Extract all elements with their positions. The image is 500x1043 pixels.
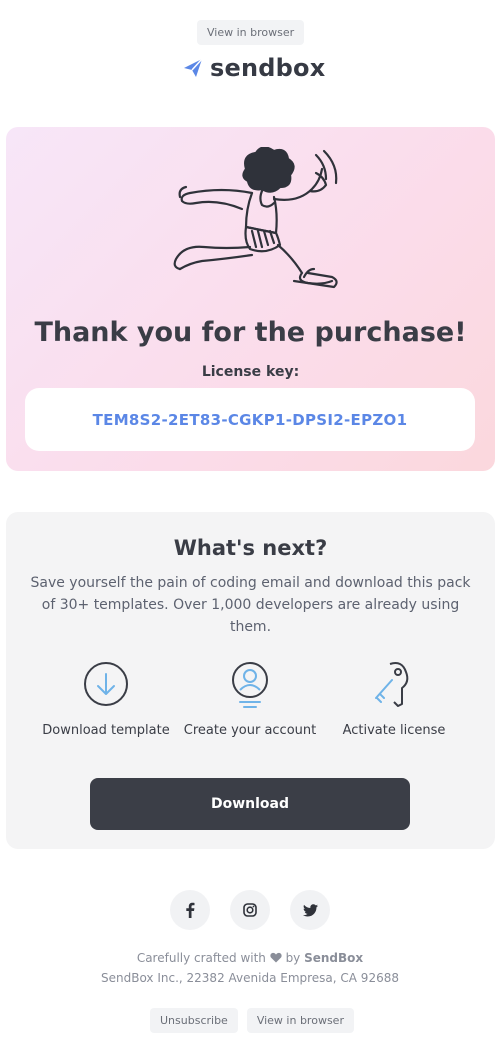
instagram-link[interactable] <box>230 890 270 930</box>
step-activate-license[interactable]: Activate license <box>319 658 469 738</box>
license-key-box[interactable]: TEM8S2-2ET83-CGKP1-DPSI2-EPZO1 <box>25 388 475 451</box>
whats-next-title: What's next? <box>173 536 328 560</box>
footer-view-in-browser-link[interactable]: View in browser <box>246 1008 354 1033</box>
license-key-value[interactable]: TEM8S2-2ET83-CGKP1-DPSI2-EPZO1 <box>93 411 408 429</box>
whats-next-description: Save yourself the pain of coding email a… <box>30 575 471 635</box>
facebook-link[interactable] <box>170 890 210 930</box>
credit-brand[interactable]: SendBox <box>304 951 363 965</box>
user-icon <box>232 662 268 708</box>
step-label: Download template <box>42 723 170 738</box>
download-button[interactable]: Download <box>90 778 410 830</box>
twitter-icon <box>302 903 318 916</box>
footer-links: Unsubscribe View in browser <box>150 1008 354 1033</box>
step-label: Create your account <box>183 723 317 738</box>
facebook-icon <box>186 902 195 918</box>
key-icon <box>375 662 409 707</box>
unsubscribe-link[interactable]: Unsubscribe <box>150 1008 238 1033</box>
instagram-icon <box>243 903 257 917</box>
thank-you-title: Thank you for the purchase! <box>34 317 467 348</box>
view-in-browser-link[interactable]: View in browser <box>197 20 305 45</box>
social-links <box>170 890 330 930</box>
step-label: Activate license <box>342 723 446 738</box>
brand-logo[interactable]: sendbox <box>182 54 325 82</box>
running-person-illustration <box>173 147 338 289</box>
download-icon <box>84 662 128 706</box>
credit-by: by <box>285 951 301 965</box>
step-create-account[interactable]: Create your account <box>175 658 325 738</box>
whats-next-section: What's next? Save yourself the pain of c… <box>6 512 495 849</box>
credit-prefix: Carefully crafted with <box>136 951 266 965</box>
license-key-label: License key: <box>201 364 300 380</box>
heart-icon <box>270 952 282 963</box>
footer-credit: Carefully crafted with by SendBox <box>0 951 500 965</box>
twitter-link[interactable] <box>290 890 330 930</box>
paper-plane-icon <box>184 58 203 77</box>
purchase-hero: Thank you for the purchase! License key:… <box>6 127 495 471</box>
brand-name: sendbox <box>210 54 326 82</box>
step-download-template[interactable]: Download template <box>31 658 181 738</box>
company-address: SendBox Inc., 22382 Avenida Empresa, CA … <box>101 971 399 985</box>
